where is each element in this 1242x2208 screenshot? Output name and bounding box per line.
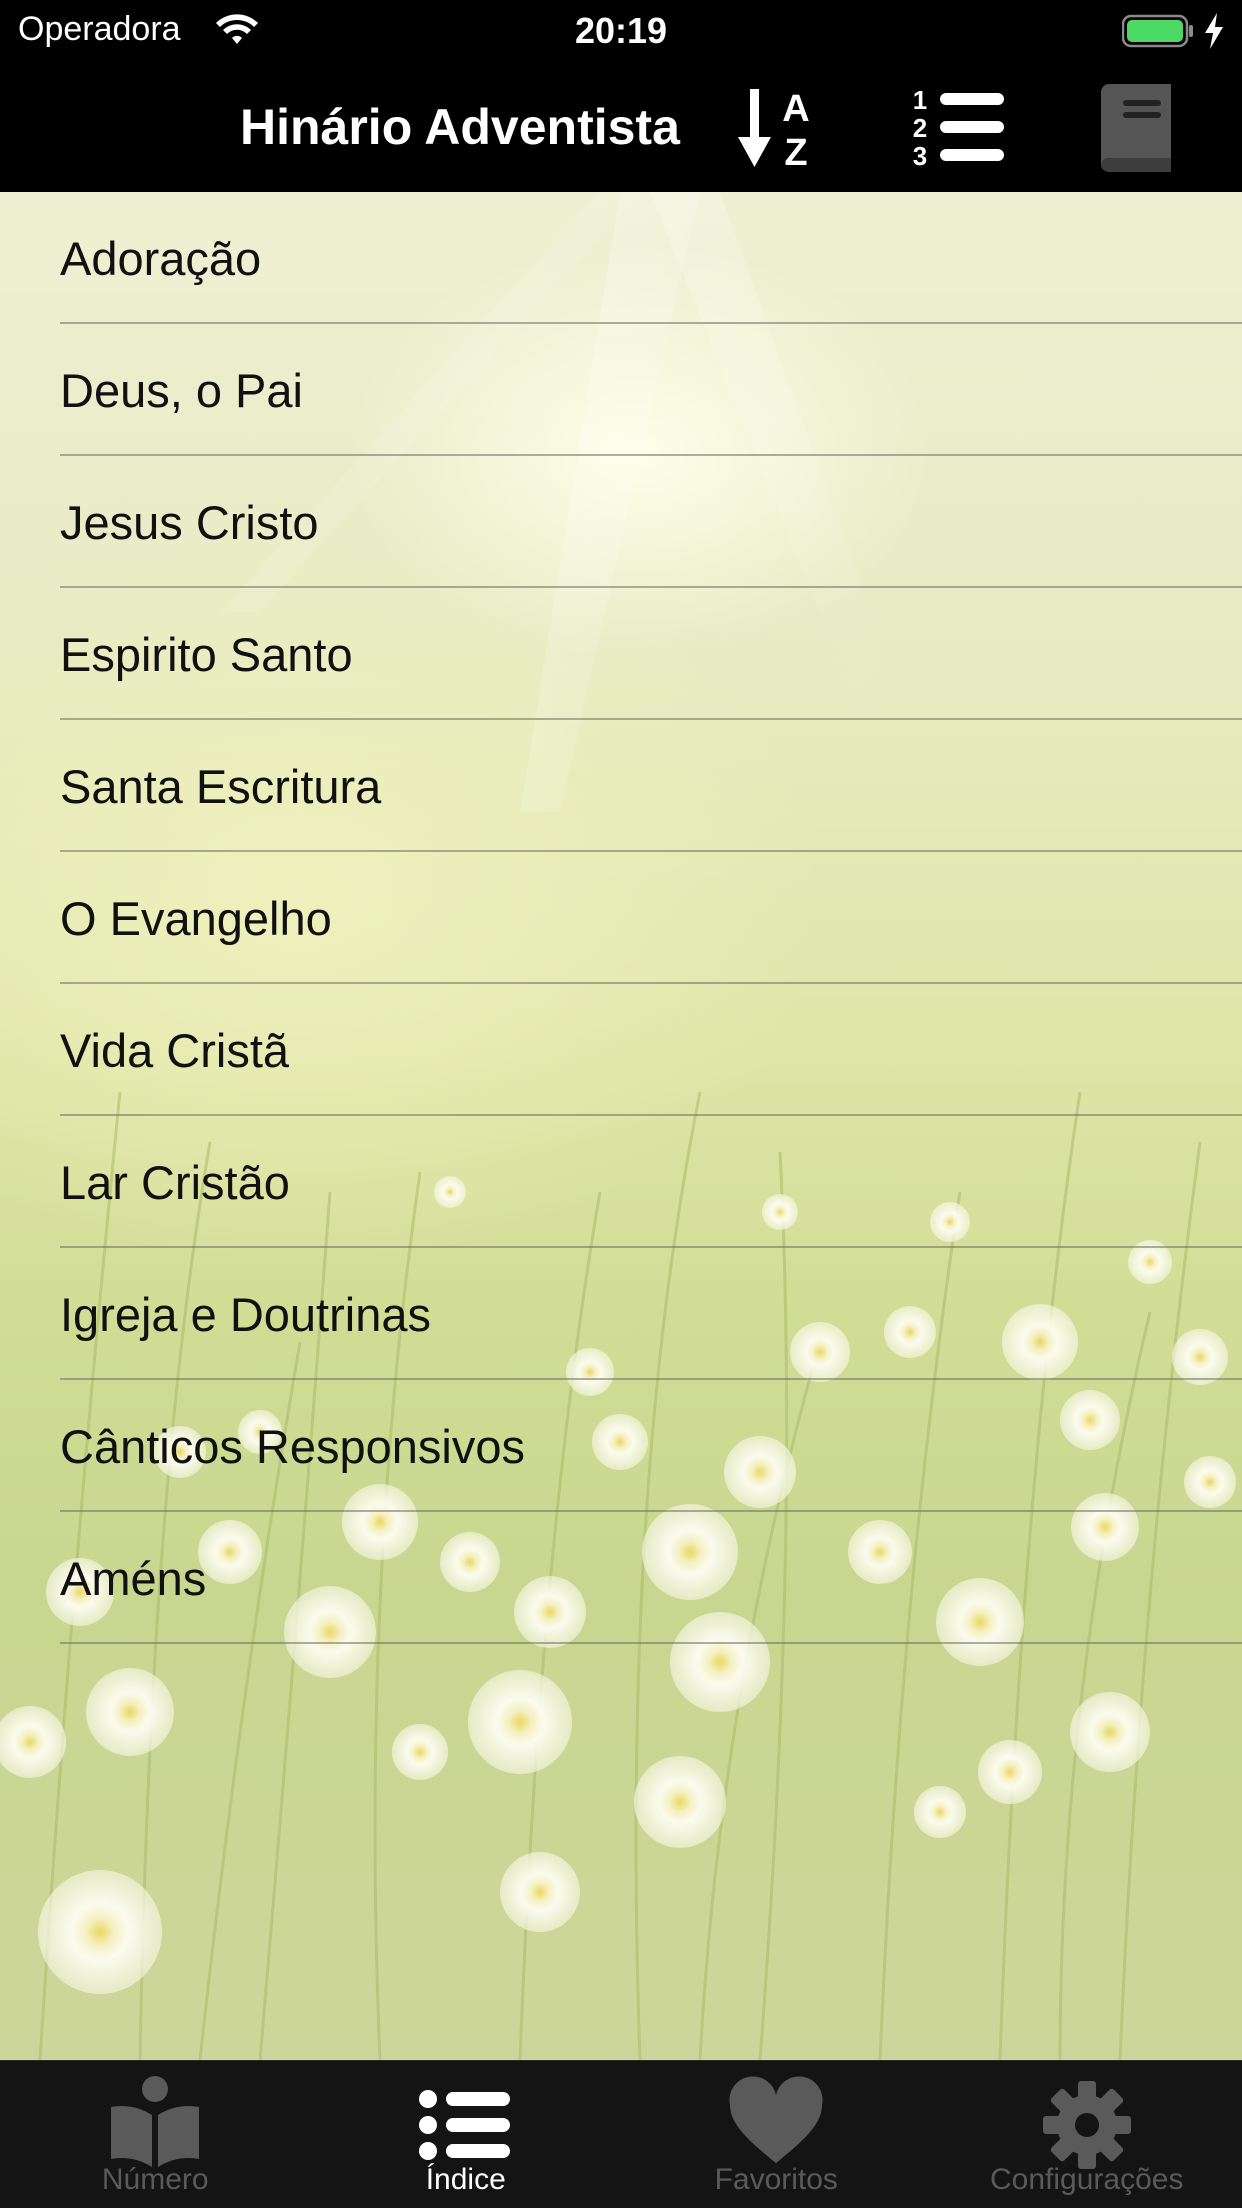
category-list: Adoração Deus, o Pai Jesus Cristo Espiri…	[0, 192, 1242, 1644]
list-item[interactable]: Lar Cristão	[0, 1116, 1242, 1248]
list-item[interactable]: O Evangelho	[0, 852, 1242, 984]
list-item[interactable]: Deus, o Pai	[0, 324, 1242, 456]
list-item-label: Espirito Santo	[60, 627, 353, 681]
list-icon	[418, 2090, 510, 2160]
tab-configuracoes[interactable]: Configurações	[932, 2061, 1242, 2208]
charging-bolt-icon	[1205, 13, 1223, 49]
list-item-label: Jesus Cristo	[60, 495, 319, 549]
tab-label: Configurações	[990, 2163, 1184, 2196]
list-item[interactable]: Santa Escritura	[0, 720, 1242, 852]
tab-label: Índice	[425, 2163, 506, 2196]
list-item-label: O Evangelho	[60, 891, 332, 945]
svg-text:A: A	[782, 88, 809, 130]
tab-numero[interactable]: Número	[0, 2061, 311, 2208]
tab-bar: Número Índice Favoritos Configurações	[0, 2060, 1242, 2208]
list-item[interactable]: Adoração	[0, 192, 1242, 324]
gear-icon	[1042, 2081, 1131, 2169]
list-item-label: Lar Cristão	[60, 1155, 290, 1209]
svg-text:3: 3	[913, 141, 927, 171]
list-item-label: Deus, o Pai	[60, 363, 303, 417]
list-item-label: Vida Cristã	[60, 1023, 290, 1077]
tab-indice[interactable]: Índice	[311, 2061, 622, 2208]
tab-label: Favoritos	[714, 2163, 838, 2196]
svg-text:Z: Z	[784, 132, 807, 171]
list-item-label: Adoração	[60, 231, 262, 285]
heart-icon	[729, 2076, 823, 2163]
content-area: Adoração Deus, o Pai Jesus Cristo Espiri…	[0, 192, 1242, 2060]
tab-favoritos[interactable]: Favoritos	[621, 2061, 932, 2208]
status-time: 20:19	[574, 10, 668, 51]
list-item-label: Santa Escritura	[60, 759, 382, 813]
battery-icon	[1122, 14, 1193, 48]
list-item-label: Igreja e Doutrinas	[60, 1287, 431, 1341]
sort-alphabetical-button[interactable]: A Z	[728, 80, 828, 176]
list-item[interactable]: Cânticos Responsivos	[0, 1380, 1242, 1512]
navigation-bar: Hinário Adventista A Z 1 2 3	[0, 62, 1242, 192]
sort-numeric-button[interactable]: 1 2 3	[900, 80, 1020, 176]
page-title: Hinário Adventista	[240, 99, 680, 155]
list-item[interactable]: Espirito Santo	[0, 588, 1242, 720]
svg-text:2: 2	[913, 113, 927, 143]
book-button[interactable]	[1090, 80, 1180, 176]
status-bar: Operadora 20:19	[0, 0, 1242, 62]
list-item[interactable]: Jesus Cristo	[0, 456, 1242, 588]
list-item[interactable]: Igreja e Doutrinas	[0, 1248, 1242, 1380]
tab-label: Número	[101, 2163, 209, 2196]
list-item[interactable]: Améns	[0, 1512, 1242, 1644]
list-item-label: Améns	[60, 1551, 207, 1605]
numbered-list-icon: 1 2 3	[913, 85, 1004, 171]
list-item-label: Cânticos Responsivos	[60, 1419, 525, 1473]
open-book-icon	[111, 2076, 200, 2167]
book-icon	[1101, 84, 1171, 173]
sort-alpha-icon: A Z	[738, 88, 810, 171]
list-item[interactable]: Vida Cristã	[0, 984, 1242, 1116]
svg-text:1: 1	[913, 85, 927, 115]
